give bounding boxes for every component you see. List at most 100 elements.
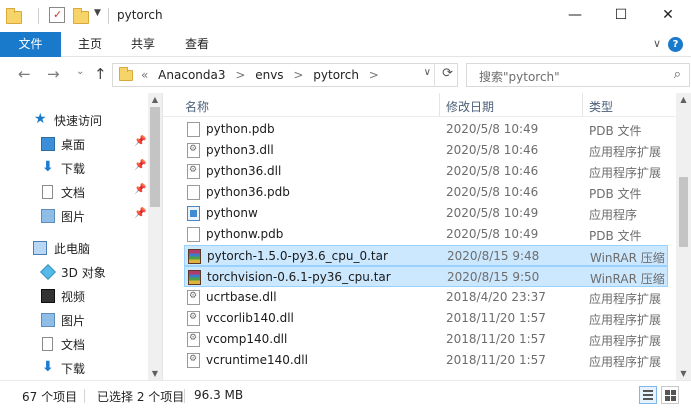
file-type: WinRAR 压缩 [590,251,665,265]
selection-size: 96.3 MB [194,388,244,402]
scroll-down-icon[interactable]: ▼ [148,369,162,378]
breadcrumb-envs[interactable]: envs [255,68,283,82]
table-row[interactable]: vcomp140.dll 2018/11/20 1:57 应用程序扩展 [184,329,668,350]
navigation-pane-scrollbar[interactable]: ▲ ▼ [148,93,162,380]
dll-file-icon [187,332,200,347]
table-row[interactable]: ucrtbase.dll 2018/4/20 23:37 应用程序扩展 [184,287,668,308]
navigation-pane: ★ 快速访问 桌面 📌 ⬇ 下载 📌 文档 📌 图片 📌 此电脑 3D 对象 视… [0,93,162,380]
expand-ribbon-icon[interactable]: ∨ [653,37,661,50]
file-type: PDB 文件 [589,187,642,201]
file-name: vcomp140.dll [206,332,288,346]
chevron-right-icon[interactable]: > [235,68,245,82]
table-row[interactable]: python3.dll 2020/5/8 10:46 应用程序扩展 [184,140,668,161]
sidebar-item-label: 文档 [61,338,86,352]
scroll-down-icon[interactable]: ▼ [676,369,691,378]
column-header-name[interactable]: 名称 [185,98,209,115]
star-icon: ★ [34,111,47,127]
file-type: 应用程序扩展 [589,166,662,180]
refresh-icon[interactable]: ⟳ [442,66,453,81]
sidebar-item-quick-access[interactable]: ★ 快速访问 [0,108,148,132]
breadcrumb-overflow[interactable]: « [141,68,148,82]
3d-objects-icon [40,264,56,280]
quick-access-dropdown-icon[interactable]: ▼ [94,8,101,18]
table-row[interactable]: pythonw 2020/5/8 10:49 应用程序 [184,203,668,224]
sidebar-item-3d-objects[interactable]: 3D 对象 [0,260,148,284]
column-header-type[interactable]: 类型 [589,98,613,115]
table-row[interactable]: python36.dll 2020/5/8 10:46 应用程序扩展 [184,161,668,182]
sidebar-item-this-pc[interactable]: 此电脑 [0,236,148,260]
forward-button[interactable]: → [47,65,60,83]
tab-home[interactable]: 主页 [66,32,114,57]
properties-icon[interactable]: ✓ [49,7,65,23]
column-divider[interactable] [582,93,583,117]
file-name: python.pdb [206,122,275,136]
scroll-up-icon[interactable]: ▲ [676,95,691,104]
table-row[interactable]: python.pdb 2020/5/8 10:49 PDB 文件 [184,119,668,140]
address-divider [434,64,435,86]
sidebar-item-label: 3D 对象 [61,266,106,280]
sidebar-item-downloads-pc[interactable]: ⬇ 下载 [0,356,148,380]
back-button[interactable]: ← [18,65,31,83]
breadcrumb-pytorch[interactable]: pytorch [313,68,359,82]
tab-share[interactable]: 共享 [118,32,168,57]
column-header-date[interactable]: 修改日期 [446,98,494,115]
download-icon: ⬇ [42,159,54,175]
sidebar-item-videos[interactable]: 视频 [0,284,148,308]
pin-icon[interactable]: 📌 [134,184,146,195]
pin-icon[interactable]: 📌 [134,160,146,171]
chevron-right-icon[interactable]: > [369,68,379,82]
close-button[interactable]: ✕ [645,0,691,30]
file-type: 应用程序 [589,208,638,222]
scrollbar-thumb[interactable] [150,107,160,207]
breadcrumb-anaconda3[interactable]: Anaconda3 [158,68,225,82]
status-divider [184,389,185,403]
sidebar-item-pictures-pc[interactable]: 图片 [0,308,148,332]
tab-file[interactable]: 文件 [0,32,61,57]
minimize-button[interactable]: — [552,0,598,30]
sidebar-item-documents-pc[interactable]: 文档 [0,332,148,356]
column-divider[interactable] [439,93,440,117]
table-row[interactable]: vccorlib140.dll 2018/11/20 1:57 应用程序扩展 [184,308,668,329]
details-view-button[interactable] [639,386,657,404]
file-icon [187,122,200,137]
file-date: 2020/5/8 10:49 [446,206,539,220]
pin-icon[interactable]: 📌 [134,208,146,219]
scroll-up-icon[interactable]: ▲ [148,95,162,104]
file-name: pytorch-1.5.0-py3.6_cpu_0.tar [207,249,388,263]
maximize-button[interactable]: ☐ [598,0,644,30]
file-name: python3.dll [206,143,274,157]
up-button[interactable]: ↑ [94,65,107,83]
address-bar[interactable]: « Anaconda3 > envs > pytorch > ∨ ⟳ [112,63,458,87]
address-dropdown-icon[interactable]: ∨ [424,67,431,78]
search-box[interactable]: 搜索"pytorch" ⌕ [466,63,690,87]
dll-file-icon [187,143,200,158]
table-row[interactable]: vcruntime140.dll 2018/11/20 1:57 应用程序扩展 [184,350,668,371]
table-row[interactable]: python36.pdb 2020/5/8 10:46 PDB 文件 [184,182,668,203]
video-icon [41,289,55,303]
file-list-scrollbar[interactable]: ▲ ▼ [676,93,691,380]
table-row[interactable]: pythonw.pdb 2020/5/8 10:49 PDB 文件 [184,224,668,245]
table-row[interactable]: torchvision-0.6.1-py36_cpu.tar 2020/8/15 … [184,266,668,287]
sidebar-item-pictures[interactable]: 图片 📌 [0,204,148,228]
large-icons-view-button[interactable] [661,386,679,404]
ribbon: 文件 主页 共享 查看 ∨ ? [0,32,691,57]
new-folder-icon[interactable] [73,8,89,24]
item-count: 67 个项目 [22,390,78,404]
pin-icon[interactable]: 📌 [134,136,146,147]
search-input[interactable]: 搜索"pytorch" [479,68,560,85]
dll-file-icon [187,353,200,368]
tab-view[interactable]: 查看 [172,32,222,57]
winrar-archive-icon [188,249,201,264]
table-row[interactable]: pytorch-1.5.0-py3.6_cpu_0.tar 2020/8/15 9… [184,245,668,266]
sidebar-item-desktop[interactable]: 桌面 📌 [0,132,148,156]
scrollbar-thumb[interactable] [679,177,688,247]
sidebar-item-documents[interactable]: 文档 📌 [0,180,148,204]
search-icon[interactable]: ⌕ [674,67,681,82]
sidebar-item-label: 图片 [61,314,86,328]
sidebar-item-label: 此电脑 [54,242,91,256]
chevron-right-icon[interactable]: > [293,68,303,82]
sidebar-item-downloads[interactable]: ⬇ 下载 📌 [0,156,148,180]
recent-locations-button[interactable]: ⌄ [76,66,84,77]
dll-file-icon [187,311,200,326]
help-icon[interactable]: ? [668,37,683,52]
